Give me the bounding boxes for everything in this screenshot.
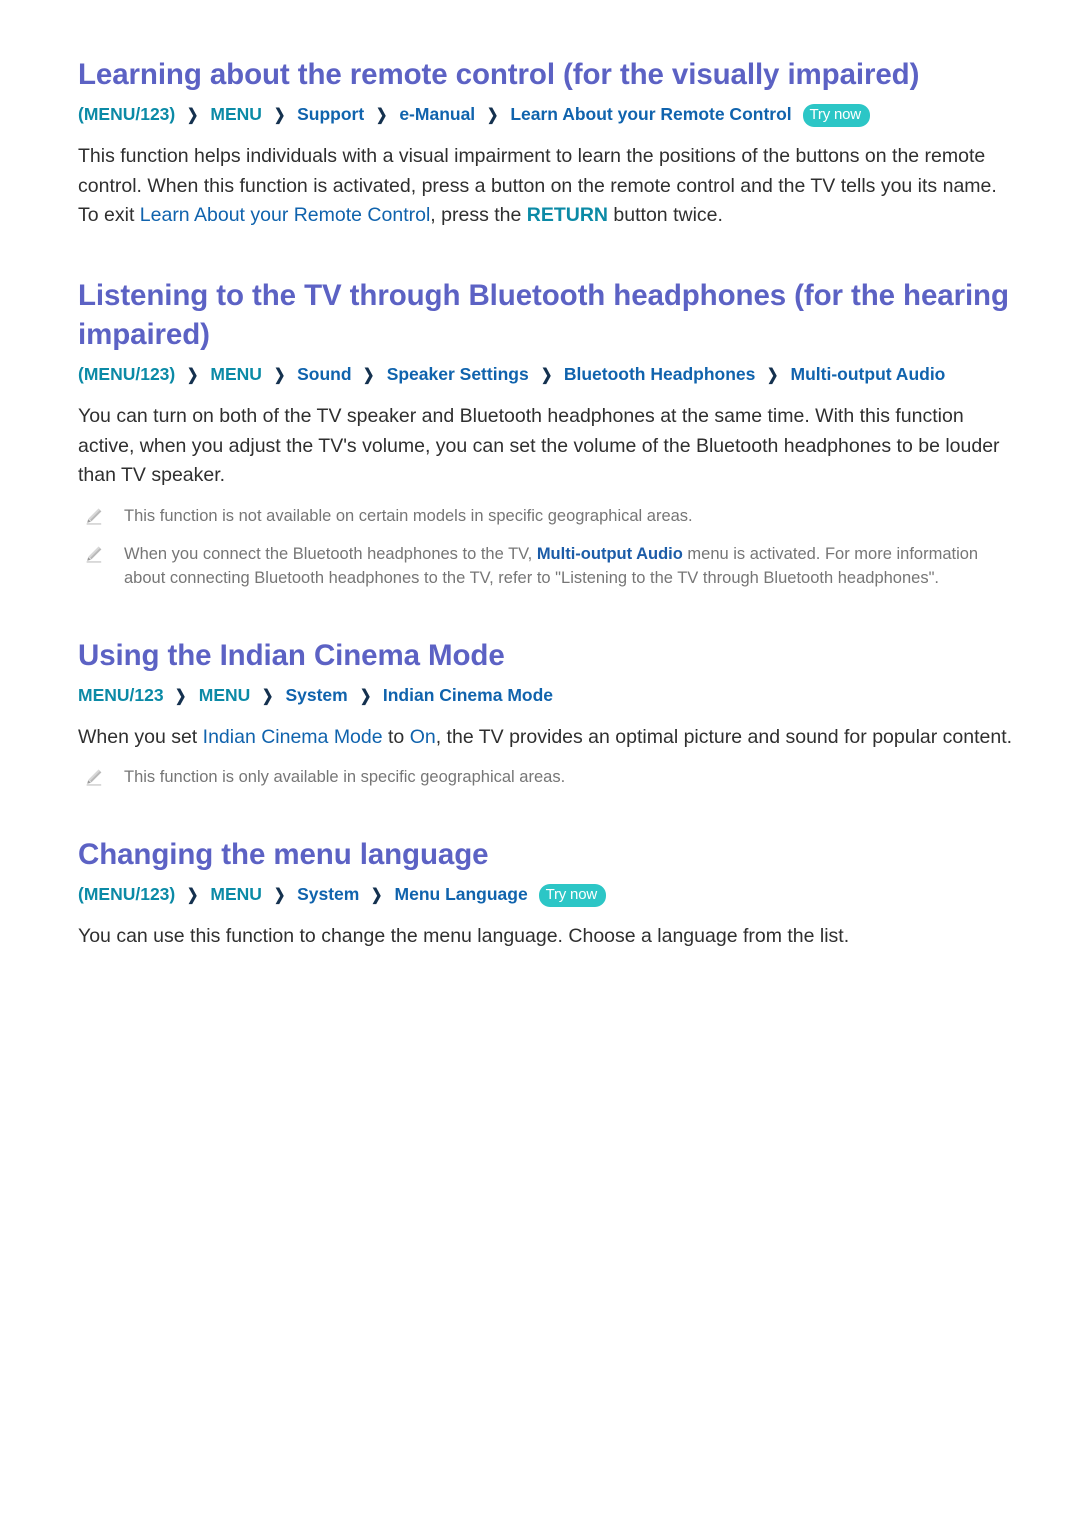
body-text: When you set	[78, 725, 203, 748]
breadcrumb-item-e-manual[interactable]: e-Manual	[399, 104, 475, 124]
chevron-right-icon: ❯	[187, 887, 199, 904]
breadcrumb: MENU/123 ❯ MENU ❯ System ❯ Indian Cinema…	[78, 682, 1020, 709]
list-item: This function is not available on certai…	[78, 505, 1020, 529]
breadcrumb-item-menu[interactable]: MENU	[210, 364, 262, 384]
chevron-right-icon: ❯	[359, 687, 371, 705]
page-title: Changing the menu language	[78, 838, 489, 872]
inline-link-on[interactable]: On	[410, 726, 436, 748]
section-changing-menu-language: Changing the menu language (MENU/123) ❯ …	[78, 836, 1020, 952]
try-now-badge[interactable]: Try now	[538, 884, 606, 908]
section-body-paragraph: You can turn on both of the TV speaker a…	[78, 404, 1000, 487]
chevron-right-icon: ❯	[540, 366, 552, 384]
pencil-icon	[84, 544, 104, 564]
inline-link-indian-cinema-mode[interactable]: Indian Cinema Mode	[203, 726, 383, 748]
breadcrumb-item-system[interactable]: System	[297, 884, 359, 904]
section-bluetooth-headphones: Listening to the TV through Bluetooth he…	[78, 277, 1020, 591]
breadcrumb-item-system[interactable]: System	[285, 685, 347, 705]
chevron-right-icon: ❯	[175, 687, 187, 705]
body-text: , the TV provides an optimal picture and…	[435, 725, 1013, 748]
breadcrumb-item-bluetooth-headphones[interactable]: Bluetooth Headphones	[564, 364, 756, 384]
section-body-paragraph: This function helps individuals with a v…	[78, 142, 1020, 231]
section-indian-cinema-mode: Using the Indian Cinema Mode MENU/123 ❯ …	[78, 637, 1020, 790]
breadcrumb-item-multi-output-audio[interactable]: Multi-output Audio	[791, 364, 946, 384]
try-now-badge[interactable]: Try now	[802, 103, 870, 128]
list-item: When you connect the Bluetooth headphone…	[78, 543, 1020, 591]
note-text: This function is not available on certai…	[124, 506, 693, 525]
breadcrumb-item-menu[interactable]: MENU	[210, 884, 262, 904]
breadcrumb-item-speaker-settings[interactable]: Speaker Settings	[387, 364, 529, 384]
list-item: This function is only available in speci…	[78, 766, 1020, 790]
pencil-icon	[84, 767, 104, 787]
chevron-right-icon: ❯	[371, 887, 383, 904]
pencil-icon	[84, 506, 104, 526]
inline-key-return: RETURN	[526, 204, 609, 227]
chevron-right-icon: ❯	[273, 366, 286, 384]
breadcrumb-item-menu123[interactable]: (MENU/123)	[78, 364, 175, 384]
breadcrumb-item-menu[interactable]: MENU	[199, 685, 251, 705]
note-text: When you connect the Bluetooth headphone…	[124, 544, 537, 563]
chevron-right-icon: ❯	[376, 106, 388, 124]
breadcrumb-item-menu123[interactable]: (MENU/123)	[78, 884, 175, 904]
chevron-right-icon: ❯	[262, 687, 274, 705]
breadcrumb-item-menu[interactable]: MENU	[210, 104, 262, 124]
breadcrumb: (MENU/123) ❯ MENU ❯ Sound ❯ Speaker Sett…	[78, 361, 1020, 388]
inline-link-multi-output-audio[interactable]: Multi-output Audio	[537, 545, 683, 563]
section-body-paragraph: When you set Indian Cinema Mode to On, t…	[78, 723, 1020, 753]
note-list: This function is not available on certai…	[78, 505, 1020, 591]
chevron-right-icon: ❯	[187, 366, 199, 384]
section-learning-remote-control: Learning about the remote control (for t…	[78, 56, 1020, 231]
chevron-right-icon: ❯	[273, 887, 286, 904]
breadcrumb: (MENU/123) ❯ MENU ❯ Support ❯ e-Manual ❯…	[78, 101, 1020, 128]
breadcrumb-item-menu123[interactable]: (MENU/123)	[78, 104, 175, 124]
breadcrumb-item-menu-language[interactable]: Menu Language	[395, 884, 528, 904]
breadcrumb: (MENU/123) ❯ MENU ❯ System ❯ Menu Langua…	[78, 881, 1020, 908]
body-text: , press the	[430, 204, 527, 227]
note-list: This function is only available in speci…	[78, 766, 1020, 790]
inline-link-learn-about-remote[interactable]: Learn About your Remote Control	[140, 204, 431, 226]
chevron-right-icon: ❯	[363, 366, 375, 384]
chevron-right-icon: ❯	[487, 106, 499, 124]
note-text: This function is only available in speci…	[124, 768, 566, 787]
breadcrumb-item-menu123[interactable]: MENU/123	[78, 685, 164, 705]
chevron-right-icon: ❯	[767, 366, 779, 384]
section-body-paragraph: You can use this function to change the …	[78, 925, 850, 948]
chevron-right-icon: ❯	[273, 106, 286, 124]
page-title: Using the Indian Cinema Mode	[78, 638, 505, 672]
breadcrumb-item-sound[interactable]: Sound	[297, 364, 351, 384]
breadcrumb-item-support[interactable]: Support	[297, 104, 364, 124]
page-title: Listening to the TV through Bluetooth he…	[78, 279, 1009, 351]
emanual-page: Learning about the remote control (for t…	[0, 0, 1080, 1527]
breadcrumb-item-indian-cinema-mode[interactable]: Indian Cinema Mode	[383, 685, 553, 705]
page-title: Learning about the remote control (for t…	[78, 58, 920, 91]
breadcrumb-item-learn-about-remote[interactable]: Learn About your Remote Control	[510, 104, 791, 124]
body-text: button twice.	[608, 204, 723, 227]
chevron-right-icon: ❯	[187, 106, 199, 124]
body-text: to	[382, 725, 410, 748]
